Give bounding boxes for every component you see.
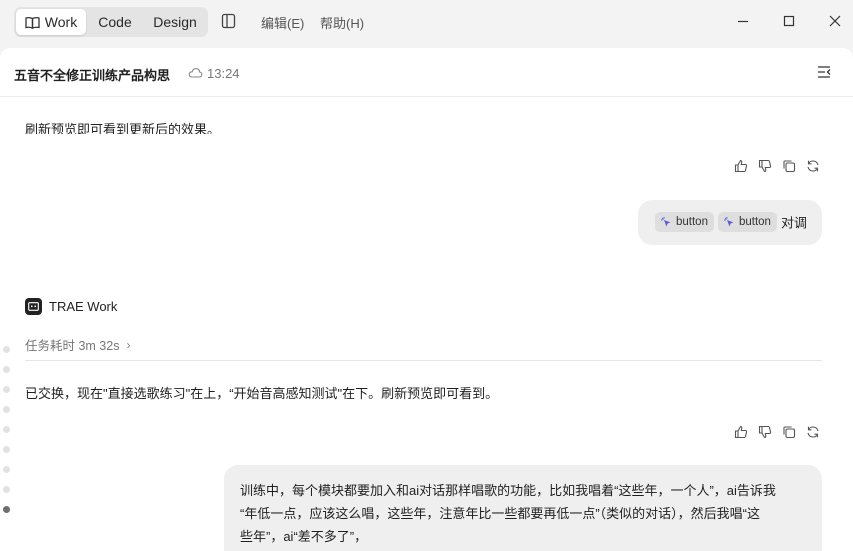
nav-dot[interactable] — [3, 406, 10, 413]
divider — [25, 360, 822, 361]
title-bar: Work Code Design 编辑(E) 帮助(H) — [0, 0, 853, 44]
sidebar-toggle-icon[interactable] — [220, 12, 238, 30]
nav-dot-active[interactable] — [3, 506, 10, 513]
thumbs-down-icon[interactable] — [758, 159, 772, 173]
nav-dot[interactable] — [3, 366, 10, 373]
nav-dot[interactable] — [3, 446, 10, 453]
chip-label: button — [676, 216, 708, 228]
nav-dot[interactable] — [3, 346, 10, 353]
mode-tab-work[interactable]: Work — [16, 9, 86, 35]
mode-tab-code[interactable]: Code — [86, 9, 144, 35]
conversation-time: 13:24 — [207, 66, 240, 81]
copy-icon[interactable] — [782, 425, 796, 439]
mode-switcher: Work Code Design — [14, 7, 208, 37]
message-navigator — [3, 346, 10, 526]
book-icon — [25, 16, 40, 29]
mode-label-design: Design — [153, 14, 197, 30]
user-message-text: 对调 — [780, 215, 807, 231]
maximize-icon[interactable] — [779, 11, 799, 31]
user-message-bubble: button button 对调 — [638, 200, 822, 245]
thumbs-up-icon[interactable] — [734, 425, 748, 439]
message-actions — [734, 159, 820, 173]
conversation-title: 五音不全修正训练产品构思 — [14, 68, 171, 83]
task-duration-text: 任务耗时 3m 32s — [25, 339, 120, 353]
message-actions — [734, 425, 820, 439]
copy-icon[interactable] — [782, 159, 796, 173]
user-message-line: “年低一点，应该这么唱，这些年，注意年比一些都要再低一点”（类似的对话），然后我… — [240, 506, 760, 521]
thumbs-down-icon[interactable] — [758, 425, 772, 439]
chevron-right-icon: › — [126, 337, 131, 352]
minimize-icon[interactable] — [733, 11, 753, 31]
cursor-click-icon — [661, 216, 671, 226]
task-duration-toggle[interactable]: 任务耗时 3m 32s › — [25, 335, 130, 354]
collapse-panel-icon[interactable] — [816, 65, 832, 79]
element-chip[interactable]: button — [717, 212, 777, 232]
chip-label: button — [738, 216, 771, 228]
thumbs-up-icon[interactable] — [734, 159, 748, 173]
refresh-icon[interactable] — [806, 425, 820, 439]
close-icon[interactable] — [825, 11, 845, 31]
agent-header: TRAE Work — [25, 298, 117, 315]
conversation-panel: 五音不全修正训练产品构思 13:24 刷新预览即可看到更新后的效果。 butto… — [0, 48, 853, 551]
conversation-header: 五音不全修正训练产品构思 13:24 — [0, 48, 853, 97]
refresh-icon[interactable] — [806, 159, 820, 173]
nav-dot[interactable] — [3, 426, 10, 433]
user-message-bubble: 训练中，每个模块都要加入和ai对话那样唱歌的功能，比如我唱着“这些年，一个人”，… — [224, 465, 822, 551]
agent-name: TRAE Work — [49, 299, 118, 314]
agent-logo-icon — [25, 298, 42, 315]
menu-edit[interactable]: 编辑(E) — [261, 13, 304, 32]
mode-tab-design[interactable]: Design — [144, 9, 206, 35]
nav-dot[interactable] — [3, 466, 10, 473]
user-message-line: 训练中，每个模块都要加入和ai对话那样唱歌的功能，比如我唱着“这些年，一个人”，… — [240, 483, 776, 498]
user-message-line: 些年”，ai“差不多了”， — [240, 529, 368, 544]
menu-help[interactable]: 帮助(H) — [320, 13, 364, 32]
cloud-icon — [188, 68, 203, 78]
previous-reply-text: 刷新预览即可看到更新后的效果。 — [25, 122, 221, 134]
nav-dot[interactable] — [3, 386, 10, 393]
mode-label-code: Code — [98, 14, 132, 30]
nav-dot[interactable] — [3, 486, 10, 493]
scroll-clip: 刷新预览即可看到更新后的效果。 — [0, 98, 853, 134]
cursor-click-icon — [723, 216, 734, 226]
element-chip[interactable]: button — [655, 212, 714, 232]
agent-reply-text: 已交换，现在"直接选歌练习"在上，“开始音高感知测试"在下。刷新预览即可看到。 — [25, 386, 499, 401]
mode-label-work: Work — [44, 14, 78, 30]
